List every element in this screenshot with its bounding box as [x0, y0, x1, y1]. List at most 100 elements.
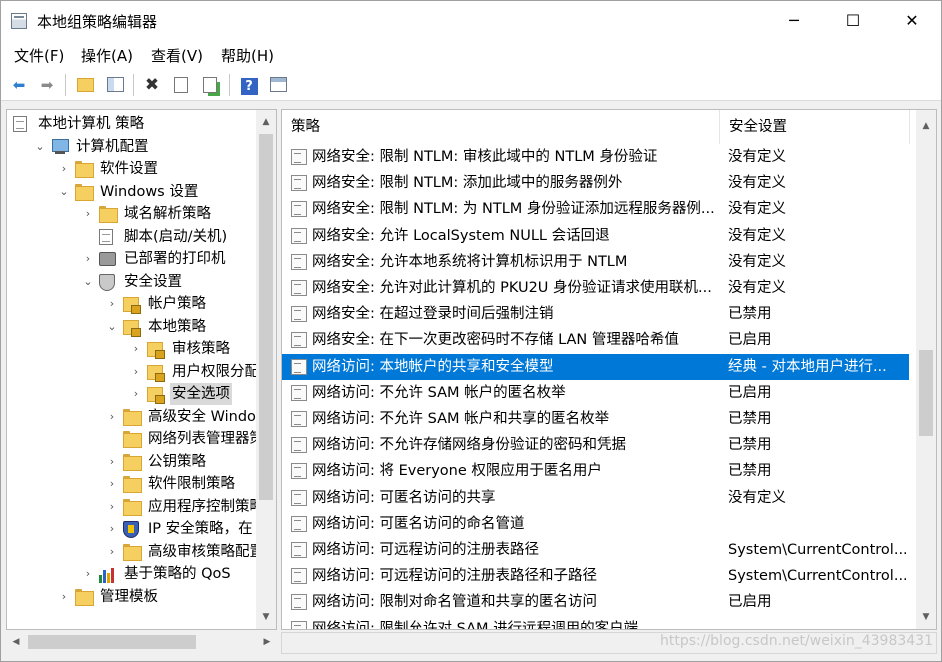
tree-node[interactable]: › IP 安全策略，在 本: [7, 518, 272, 540]
column-header-setting[interactable]: 安全设置: [720, 110, 910, 144]
tree-horizontal-scrollbar[interactable]: ◀ ▶: [6, 632, 277, 652]
expanded-chevron-icon[interactable]: ⌄: [58, 181, 70, 203]
policy-row[interactable]: 网络访问: 可远程访问的注册表路径 System\CurrentControl..…: [282, 537, 909, 563]
column-header-policy[interactable]: 策略: [282, 110, 719, 144]
properties-icon[interactable]: [170, 74, 192, 96]
tree-node[interactable]: › 高级安全 Windows: [7, 406, 275, 428]
collapsed-chevron-icon[interactable]: ›: [106, 541, 118, 563]
policy-security-setting: 没有定义: [728, 227, 786, 244]
tree-node[interactable]: › 软件设置: [7, 158, 259, 180]
tree-node[interactable]: › 审核策略: [7, 338, 259, 360]
tree-hscroll-thumb[interactable]: [28, 635, 196, 649]
collapsed-chevron-icon[interactable]: ›: [58, 586, 70, 608]
forward-icon[interactable]: ➡: [36, 74, 58, 96]
tree-node[interactable]: ⌄ 计算机配置: [7, 136, 259, 158]
policy-row[interactable]: 网络安全: 在下一次更改密码时不存储 LAN 管理器哈希值 已启用: [282, 327, 909, 353]
tree-node[interactable]: › 公钥策略: [7, 451, 259, 473]
console-tree[interactable]: 本地计算机 策略 ⌄ 计算机配置 › 软件设置 ⌄ Windows 设置 › 域名解析策略 脚本(…: [6, 109, 277, 630]
help-icon[interactable]: ?: [238, 74, 260, 96]
collapsed-chevron-icon[interactable]: ›: [106, 496, 118, 518]
collapsed-chevron-icon[interactable]: ›: [130, 383, 142, 405]
delete-icon[interactable]: ✖: [141, 74, 163, 96]
tree-node[interactable]: › 已部署的打印机: [7, 248, 259, 270]
policy-security-setting: 已禁用: [728, 463, 772, 480]
policy-row[interactable]: 网络访问: 可远程访问的注册表路径和子路径 System\CurrentContr…: [282, 563, 909, 589]
tree-node-label: 安全设置: [124, 273, 182, 290]
expanded-chevron-icon[interactable]: ⌄: [106, 316, 118, 338]
policy-row[interactable]: 网络访问: 限制对命名管道和共享的匿名访问 已启用: [282, 589, 909, 615]
show-hide-tree-icon[interactable]: [104, 74, 126, 96]
policy-row[interactable]: 网络访问: 本地帐户的共享和安全模型 经典 - 对本地用户进行...: [282, 353, 909, 380]
scroll-down-icon[interactable]: ▼: [916, 607, 936, 627]
policy-row[interactable]: 网络安全: 允许对此计算机的 PKU2U 身份验证请求使用联机... 没有定义: [282, 275, 909, 301]
tree-node[interactable]: › 管理模板: [7, 586, 259, 608]
tree-node[interactable]: › 基于策略的 QoS: [7, 563, 259, 585]
collapsed-chevron-icon[interactable]: ›: [106, 293, 118, 315]
policy-setting-icon: [291, 384, 307, 401]
collapsed-chevron-icon[interactable]: ›: [106, 406, 118, 428]
tree-node[interactable]: › 安全选项: [7, 383, 259, 405]
policy-list[interactable]: 策略 安全设置 网络安全: 限制 NTLM: 审核此域中的 NTLM 身份验证没…: [281, 109, 937, 630]
tree-node[interactable]: 脚本(启动/关机): [7, 226, 259, 248]
collapsed-chevron-icon[interactable]: ›: [106, 451, 118, 473]
policy-row[interactable]: 网络安全: 限制 NTLM: 审核此域中的 NTLM 身份验证 没有定义: [282, 144, 909, 170]
policy-row[interactable]: 网络安全: 限制 NTLM: 添加此域中的服务器例外 没有定义: [282, 170, 909, 196]
collapsed-chevron-icon[interactable]: ›: [106, 518, 118, 540]
lock-folder-icon: [147, 387, 165, 404]
policy-row[interactable]: 网络访问: 可匿名访问的共享 没有定义: [282, 485, 909, 511]
expanded-chevron-icon[interactable]: ⌄: [34, 136, 46, 158]
tree-node[interactable]: › 应用程序控制策略: [7, 496, 264, 518]
policy-row[interactable]: 网络访问: 不允许存储网络身份验证的密码和凭据 已禁用: [282, 432, 909, 458]
policy-security-setting: 没有定义: [728, 280, 786, 296]
collapsed-chevron-icon[interactable]: ›: [82, 563, 94, 585]
menu-help[interactable]: 帮助(H): [221, 45, 274, 66]
scroll-up-icon[interactable]: ▲: [916, 116, 936, 136]
scroll-down-icon[interactable]: ▼: [256, 607, 276, 627]
policy-row[interactable]: 网络安全: 限制 NTLM: 为 NTLM 身份验证添加远程服务器例... 没有定…: [282, 196, 909, 222]
tree-vertical-scrollbar[interactable]: ▲ ▼: [256, 110, 276, 629]
tree-node[interactable]: ⌄ 安全设置: [7, 271, 259, 293]
tree-node[interactable]: › 域名解析策略: [7, 203, 259, 225]
scroll-right-icon[interactable]: ▶: [257, 632, 277, 652]
expanded-chevron-icon[interactable]: ⌄: [82, 271, 94, 293]
collapsed-chevron-icon[interactable]: ›: [130, 338, 142, 360]
export-icon[interactable]: [199, 74, 221, 96]
tree-node[interactable]: ⌄ Windows 设置: [7, 181, 259, 203]
policy-row[interactable]: 网络访问: 不允许 SAM 帐户的匿名枚举 已启用: [282, 380, 909, 406]
policy-row[interactable]: 网络安全: 允许本地系统将计算机标识用于 NTLM 没有定义: [282, 249, 909, 275]
back-icon[interactable]: ⬅: [8, 74, 30, 96]
menu-file[interactable]: 文件(F): [14, 45, 64, 66]
policy-row[interactable]: 网络安全: 在超过登录时间后强制注销 已禁用: [282, 301, 909, 327]
collapsed-chevron-icon[interactable]: ›: [58, 158, 70, 180]
policy-row[interactable]: 网络安全: 允许 LocalSystem NULL 会话回退 没有定义: [282, 223, 909, 249]
tree-scroll-thumb[interactable]: [259, 134, 273, 500]
maximize-button[interactable]: ☐: [830, 1, 876, 40]
list-vertical-scrollbar[interactable]: ▲ ▼: [916, 110, 936, 629]
collapsed-chevron-icon[interactable]: ›: [106, 473, 118, 495]
tree-node[interactable]: 本地计算机 策略: [7, 113, 259, 135]
policy-row[interactable]: 网络访问: 可匿名访问的命名管道: [282, 511, 909, 537]
collapsed-chevron-icon[interactable]: ›: [82, 203, 94, 225]
tree-node[interactable]: › 软件限制策略: [7, 473, 259, 495]
column-divider[interactable]: [909, 110, 910, 144]
menu-action[interactable]: 操作(A): [81, 45, 133, 66]
collapsed-chevron-icon[interactable]: ›: [130, 361, 142, 383]
tree-node[interactable]: ⌄ 本地策略: [7, 316, 259, 338]
list-scroll-thumb[interactable]: [919, 350, 933, 436]
policy-row[interactable]: 网络访问: 不允许 SAM 帐户和共享的匿名枚举 已禁用: [282, 406, 909, 432]
close-button[interactable]: ✕: [889, 1, 935, 40]
view-icon[interactable]: [267, 74, 289, 96]
scroll-left-icon[interactable]: ◀: [6, 632, 26, 652]
policy-row[interactable]: 网络访问: 限制允许对 SAM 进行远程调用的客户端: [282, 616, 909, 629]
folder-icon: [123, 476, 142, 493]
tree-node[interactable]: › 帐户策略: [7, 293, 259, 315]
collapsed-chevron-icon[interactable]: ›: [82, 248, 94, 270]
minimize-button[interactable]: ─: [771, 1, 817, 40]
tree-node[interactable]: › 高级审核策略配置: [7, 541, 264, 563]
scroll-up-icon[interactable]: ▲: [256, 112, 276, 132]
tree-node[interactable]: 网络列表管理器策: [7, 428, 264, 450]
tree-node[interactable]: › 用户权限分配: [7, 361, 259, 383]
policy-row[interactable]: 网络访问: 将 Everyone 权限应用于匿名用户 已禁用: [282, 458, 909, 484]
up-folder-icon[interactable]: [74, 74, 96, 96]
menu-view[interactable]: 查看(V): [151, 45, 203, 66]
